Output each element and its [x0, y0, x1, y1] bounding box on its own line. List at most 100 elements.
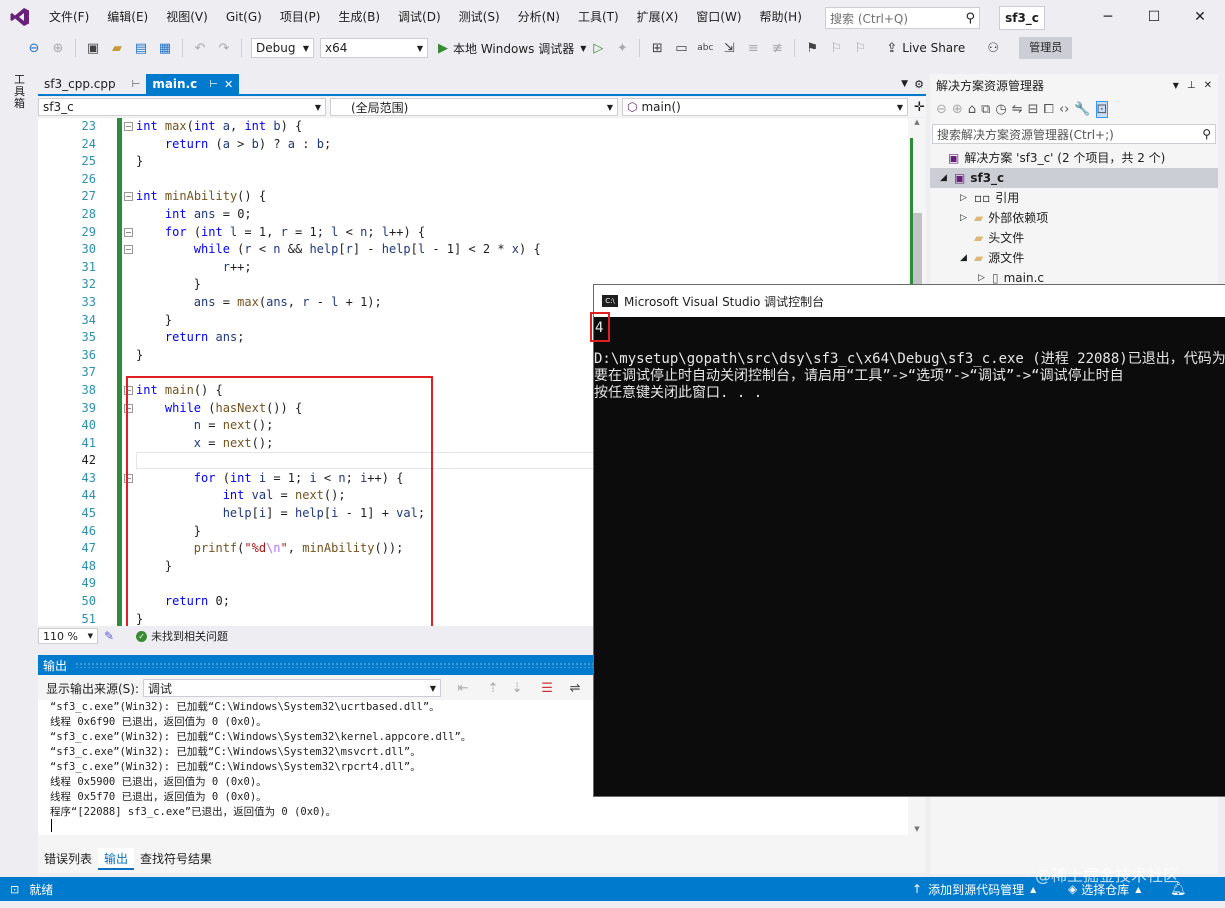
scroll-down-icon[interactable]: ▼: [908, 825, 926, 833]
admin-badge[interactable]: 管理员: [1019, 37, 1073, 59]
chevron-down-icon[interactable]: ▼: [1173, 81, 1179, 90]
tab-sf3-cpp[interactable]: sf3_cpp.cpp ⊢: [38, 74, 146, 94]
code-line[interactable]: while (r < n && help[r] - help[l - 1] < …: [136, 241, 916, 259]
close-icon[interactable]: ✕: [1177, 9, 1223, 25]
menu-item[interactable]: 工具(T): [569, 0, 628, 34]
menu-item[interactable]: 测试(S): [450, 0, 509, 34]
tab-main-c[interactable]: main.c ⊢ ✕: [146, 74, 240, 94]
save-all-icon[interactable]: ▦: [155, 38, 175, 58]
member-dropdown[interactable]: ⬡ main() ▼: [622, 98, 908, 116]
feedback-icon[interactable]: ⚇: [983, 38, 1003, 58]
code-line[interactable]: for (int l = 1, r = 1; l < n; l++) {: [136, 224, 916, 242]
live-share-button[interactable]: ⇪ Live Share: [886, 41, 965, 56]
split-icon[interactable]: ✛: [914, 100, 925, 115]
collapse-all-icon[interactable]: ⊟: [1028, 102, 1039, 117]
config-select[interactable]: Debug ▼: [251, 38, 314, 58]
tree-item-sources[interactable]: ◢ ▰ 源文件: [930, 248, 1218, 268]
run-debugger-button[interactable]: ▶ 本地 Windows 调试器 ▼: [438, 40, 586, 57]
close-icon[interactable]: ✕: [224, 78, 233, 91]
comment-icon[interactable]: ≡: [743, 38, 763, 58]
switch-view-icon[interactable]: ⧉: [981, 102, 990, 117]
layout-icon[interactable]: ▭: [671, 38, 691, 58]
menu-item[interactable]: 编辑(E): [98, 0, 157, 34]
code-line[interactable]: r++;: [136, 259, 916, 277]
pin-icon[interactable]: ⊢: [209, 79, 218, 90]
forward-icon[interactable]: ⊕: [48, 38, 68, 58]
add-source-control-button[interactable]: ↑ 添加到源代码管理 ▲: [912, 881, 1036, 898]
menu-item[interactable]: 生成(B): [329, 0, 389, 34]
tree-item-external-deps[interactable]: ▷ ▰ 外部依赖项: [930, 208, 1218, 228]
menu-item[interactable]: 窗口(W): [687, 0, 750, 34]
show-all-files-icon[interactable]: ⧠: [1044, 102, 1054, 117]
menu-item[interactable]: Git(G): [217, 0, 271, 34]
step-icon[interactable]: ⇲: [719, 38, 739, 58]
collapse-icon[interactable]: −: [124, 192, 133, 202]
minimize-icon[interactable]: ─: [1085, 9, 1131, 25]
open-folder-icon[interactable]: ▰: [107, 38, 127, 58]
tree-item-references[interactable]: ▷ ▫▫ 引用: [930, 188, 1218, 208]
find-message-icon[interactable]: ⇤: [453, 678, 473, 698]
menu-item[interactable]: 文件(F): [40, 0, 98, 34]
console-text[interactable]: 4 D:\mysetup\gopath\src\dsy\sf3_c\x64\De…: [590, 312, 1225, 797]
back-icon[interactable]: ⊖: [936, 102, 947, 117]
bottom-tab[interactable]: 错误列表: [38, 848, 98, 870]
collapse-icon[interactable]: −: [124, 122, 133, 131]
forward-icon[interactable]: ⊕: [952, 102, 963, 117]
source-select[interactable]: 调试 ▼: [143, 679, 442, 697]
pending-changes-icon[interactable]: ◷: [995, 102, 1006, 117]
code-line[interactable]: int minAbility() {: [136, 188, 916, 206]
undo-icon[interactable]: ↶: [190, 38, 210, 58]
menu-item[interactable]: 视图(V): [157, 0, 217, 34]
settings-icon[interactable]: ⚙: [914, 78, 924, 91]
spellcheck-icon[interactable]: abc: [695, 38, 715, 58]
bottom-tab[interactable]: 查找符号结果: [134, 848, 218, 870]
back-icon[interactable]: ⊖: [24, 38, 44, 58]
collapse-icon[interactable]: −: [124, 245, 133, 255]
tree-item-headers[interactable]: ▰ 头文件: [930, 228, 1218, 248]
code-line[interactable]: return (a > b) ? a : b;: [136, 136, 916, 154]
clear-all-icon[interactable]: ☰: [537, 678, 557, 698]
preview-icon[interactable]: ⊡: [1095, 100, 1109, 118]
hot-reload-icon[interactable]: ✦: [612, 38, 632, 58]
search-input[interactable]: 搜索 (Ctrl+Q): [830, 10, 908, 27]
word-wrap-icon[interactable]: ⇌: [565, 678, 585, 698]
start-without-debug-icon[interactable]: ▷: [588, 38, 608, 58]
code-line[interactable]: [136, 171, 916, 189]
next-bookmark-icon[interactable]: ⚐: [850, 38, 870, 58]
platform-select[interactable]: x64 ▼: [320, 38, 428, 58]
close-icon[interactable]: ✕: [1204, 80, 1212, 91]
search-box[interactable]: 搜索 (Ctrl+Q) ⚲: [825, 7, 980, 29]
redo-icon[interactable]: ↷: [214, 38, 234, 58]
prev-message-icon[interactable]: ⇡: [483, 678, 503, 698]
collapse-icon[interactable]: ▷: [960, 188, 974, 208]
maximize-icon[interactable]: ☐: [1131, 9, 1177, 25]
menu-item[interactable]: 分析(N): [509, 0, 569, 34]
expand-icon[interactable]: ◢: [960, 248, 974, 268]
chevron-down-icon[interactable]: ▼: [580, 44, 586, 53]
collapse-icon[interactable]: ▷: [960, 208, 974, 228]
code-line[interactable]: int max(int a, int b) {: [136, 118, 916, 136]
code-view-icon[interactable]: ‹›: [1059, 102, 1069, 117]
code-line[interactable]: int ans = 0;: [136, 206, 916, 224]
home-icon[interactable]: ⌂: [968, 102, 976, 117]
menu-item[interactable]: 扩展(X): [628, 0, 688, 34]
expand-icon[interactable]: ◢: [940, 168, 954, 188]
save-icon[interactable]: ▤: [131, 38, 151, 58]
issues-status[interactable]: 未找到相关问题: [151, 628, 228, 644]
scroll-up-icon[interactable]: ▲: [908, 118, 926, 126]
collapse-icon[interactable]: −: [124, 227, 133, 237]
vs-logo-icon[interactable]: [0, 0, 40, 34]
tree-item-project[interactable]: ◢ ▣ sf3_c: [930, 168, 1218, 188]
tree-item-solution[interactable]: ▣ 解决方案 'sf3_c' (2 个项目，共 2 个): [930, 148, 1218, 168]
new-project-icon[interactable]: ▣: [83, 38, 103, 58]
project-dropdown[interactable]: sf3_c ▼: [38, 98, 326, 116]
zoom-select[interactable]: 110 % ▼: [38, 628, 98, 644]
browse-icon[interactable]: ⊞: [647, 38, 667, 58]
prev-bookmark-icon[interactable]: ⚐: [826, 38, 846, 58]
next-message-icon[interactable]: ⇣: [507, 678, 527, 698]
menu-item[interactable]: 项目(P): [271, 0, 330, 34]
sync-icon[interactable]: ⇋: [1012, 102, 1023, 117]
pin-icon[interactable]: ⊢: [132, 79, 141, 90]
menu-item[interactable]: 调试(D): [389, 0, 450, 34]
scope-dropdown[interactable]: (全局范围) ▼: [330, 98, 618, 116]
